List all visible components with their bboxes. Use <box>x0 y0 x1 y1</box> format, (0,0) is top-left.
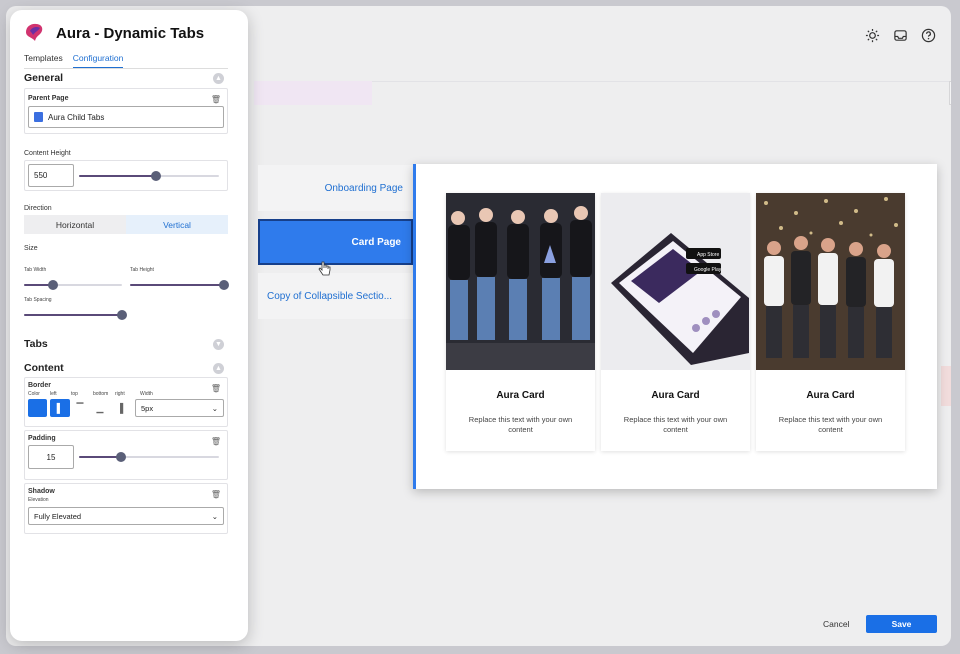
card-text: Replace this text with your own content <box>468 415 573 434</box>
background-block <box>941 366 951 406</box>
border-right-icon[interactable]: ▐ <box>110 399 130 417</box>
trash-icon[interactable]: 🗑 <box>211 437 221 446</box>
border-width-value: 5px <box>141 403 154 413</box>
document-icon <box>34 112 43 122</box>
tab-width-label: Tab Width <box>24 267 47 273</box>
general-title: General <box>24 72 64 84</box>
cursor-icon <box>318 261 331 276</box>
tab-height-slider[interactable] <box>130 280 229 290</box>
cancel-button[interactable]: Cancel <box>823 619 849 629</box>
border-bottom-label: bottom <box>93 391 109 397</box>
parent-page-input[interactable]: Aura Child Tabs <box>28 106 224 128</box>
direction-label: Direction <box>24 205 52 212</box>
content-height-box: 550 <box>24 160 228 191</box>
border-left-label: left <box>50 391 57 397</box>
save-button[interactable]: Save <box>866 615 937 633</box>
border-width-select[interactable]: 5px ⌄ <box>135 399 224 417</box>
tabs-title: Tabs <box>24 338 48 350</box>
tab-configuration[interactable]: Configuration <box>72 53 124 68</box>
general-header[interactable]: General ▲ <box>10 71 248 85</box>
preview-tab-list: Onboarding Page Card Page Copy of Collap… <box>258 165 413 327</box>
shadow-box: Shadow 🗑 Elevation Fully Elevated ⌄ <box>24 483 228 534</box>
tab-content-panel: Aura Card Replace this text with your ow… <box>413 164 937 489</box>
card: App Store Google Play Aura Card Replace … <box>601 193 750 451</box>
shadow-value: Fully Elevated <box>34 511 82 521</box>
background-tab: Co <box>949 81 951 105</box>
border-box: Border 🗑 Color left top bottom right Wid… <box>24 377 228 427</box>
content-height-slider[interactable] <box>79 170 219 181</box>
parent-page-label: Parent Page <box>28 95 69 102</box>
tab-onboarding-page[interactable]: Onboarding Page <box>258 165 413 211</box>
config-panel: Aura - Dynamic Tabs Templates Configurat… <box>10 10 248 641</box>
content-height-input[interactable]: 550 <box>28 164 74 187</box>
chevron-down-icon: ⌄ <box>211 403 218 413</box>
svg-text:Google Play: Google Play <box>694 267 722 273</box>
chevron-up-icon[interactable]: ▲ <box>213 362 224 374</box>
border-right-label: right <box>115 391 125 397</box>
tab-spacing-label: Tab Spacing <box>24 297 52 303</box>
border-label: Border <box>28 382 51 389</box>
svg-text:App Store: App Store <box>697 252 719 258</box>
shadow-label: Shadow <box>28 488 55 495</box>
direction-horizontal[interactable]: Horizontal <box>24 215 126 234</box>
slider-knob[interactable] <box>48 280 59 290</box>
border-left-icon[interactable]: ▌ <box>50 399 70 417</box>
shadow-select[interactable]: Fully Elevated ⌄ <box>28 507 224 525</box>
tab-width-slider[interactable] <box>24 280 122 290</box>
direction-toggle: Horizontal Vertical <box>24 215 228 234</box>
trash-icon[interactable]: 🗑 <box>211 384 221 393</box>
card-image-phone: App Store Google Play <box>601 193 750 370</box>
tab-spacing-slider[interactable] <box>24 310 127 320</box>
trash-icon[interactable]: 🗑 <box>211 95 221 104</box>
border-width-label: Width <box>140 391 153 397</box>
elevation-label: Elevation <box>28 497 49 503</box>
border-top-icon[interactable]: ▔ <box>70 399 90 417</box>
card-text: Replace this text with your own content <box>778 415 883 434</box>
chevron-down-icon[interactable]: ▼ <box>213 338 224 350</box>
tab-height-label: Tab Height <box>130 267 154 273</box>
direction-vertical[interactable]: Vertical <box>126 215 228 234</box>
top-toolbar <box>863 26 937 44</box>
help-icon[interactable] <box>919 26 937 44</box>
size-label: Size <box>24 245 38 252</box>
parent-page-value: Aura Child Tabs <box>48 112 105 122</box>
border-color-label: Color <box>28 391 40 397</box>
sun-icon[interactable] <box>863 26 881 44</box>
divider <box>24 68 228 69</box>
border-bottom-icon[interactable]: ▁ <box>90 399 110 417</box>
trash-icon[interactable]: 🗑 <box>211 490 221 499</box>
card: Aura Card Replace this text with your ow… <box>756 193 905 451</box>
tab-card-page[interactable]: Card Page <box>258 219 413 265</box>
background-tab-highlight <box>254 81 372 105</box>
aura-logo <box>26 23 43 41</box>
app-title: Aura - Dynamic Tabs <box>56 24 205 42</box>
padding-input[interactable]: 15 <box>28 445 74 469</box>
slider-knob[interactable] <box>116 452 126 462</box>
padding-box: Padding 🗑 15 <box>24 430 228 480</box>
content-header[interactable]: Content ▲ <box>10 361 248 375</box>
border-top-label: top <box>71 391 78 397</box>
card-image-crowd <box>756 193 905 370</box>
tabs-header[interactable]: Tabs ▼ <box>10 337 248 351</box>
content-title: Content <box>24 362 64 374</box>
tab-copy-collapsible[interactable]: Copy of Collapsible Sectio... <box>258 273 413 319</box>
parent-page-box: Parent Page 🗑 Aura Child Tabs <box>24 88 228 134</box>
slider-knob[interactable] <box>151 170 161 181</box>
chevron-down-icon: ⌄ <box>211 511 218 521</box>
padding-slider[interactable] <box>79 452 219 462</box>
card-image-team <box>446 193 595 370</box>
content-height-label: Content Height <box>24 150 71 157</box>
slider-knob[interactable] <box>117 310 127 320</box>
card: Aura Card Replace this text with your ow… <box>446 193 595 451</box>
card-title: Aura Card <box>806 390 855 401</box>
chevron-up-icon[interactable]: ▲ <box>213 72 224 84</box>
inbox-icon[interactable] <box>891 26 909 44</box>
card-title: Aura Card <box>496 390 545 401</box>
slider-knob[interactable] <box>219 280 229 290</box>
card-text: Replace this text with your own content <box>623 415 728 434</box>
padding-label: Padding <box>28 435 56 442</box>
border-color-swatch[interactable] <box>28 399 47 417</box>
card-title: Aura Card <box>651 390 700 401</box>
tab-templates[interactable]: Templates <box>24 53 63 68</box>
